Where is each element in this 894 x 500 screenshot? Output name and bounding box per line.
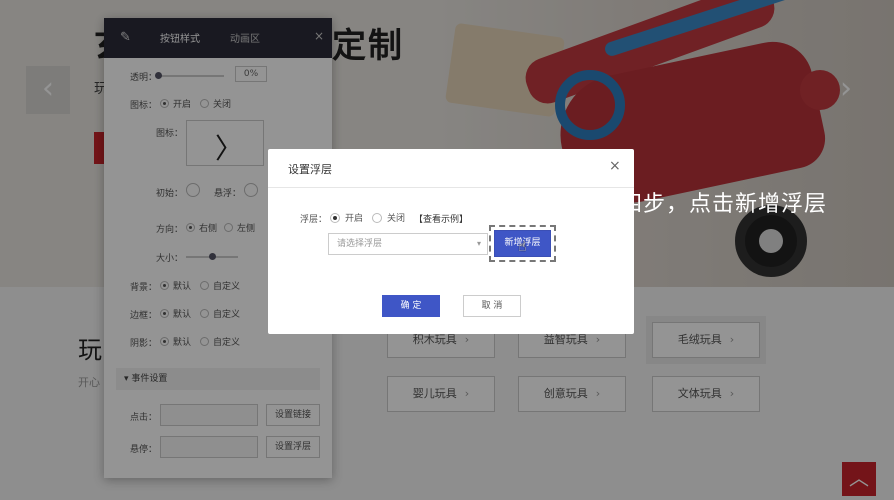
chevron-down-icon: ▾: [476, 239, 481, 248]
radio-dot: [372, 213, 382, 223]
select-placeholder: 请选择浮层: [337, 239, 383, 249]
radio-label: 关闭: [387, 214, 406, 224]
cancel-button[interactable]: 取 消: [463, 295, 521, 317]
annotation-arrow-icon: [521, 190, 596, 215]
float-layer-dialog: 设置浮层 × 浮层： 开启 关闭 【查看示例】 请选择浮层 ▾ 新增浮层 ☝ 确…: [268, 149, 634, 334]
confirm-button[interactable]: 确 定: [382, 295, 440, 317]
view-example-link[interactable]: 【查看示例】: [414, 212, 468, 225]
tutorial-annotation: 第四步，点击新增浮层: [597, 192, 828, 217]
close-icon[interactable]: ×: [609, 158, 621, 174]
dialog-title: 设置浮层: [288, 163, 332, 176]
float-on-radio[interactable]: 开启: [330, 211, 363, 224]
float-layer-label: 浮层：: [300, 215, 328, 225]
float-off-radio[interactable]: 关闭: [372, 211, 405, 224]
hand-cursor-icon: ☝: [518, 239, 527, 255]
radio-dot: [330, 213, 340, 223]
radio-label: 开启: [345, 214, 364, 224]
float-layer-select[interactable]: 请选择浮层 ▾: [328, 233, 488, 255]
